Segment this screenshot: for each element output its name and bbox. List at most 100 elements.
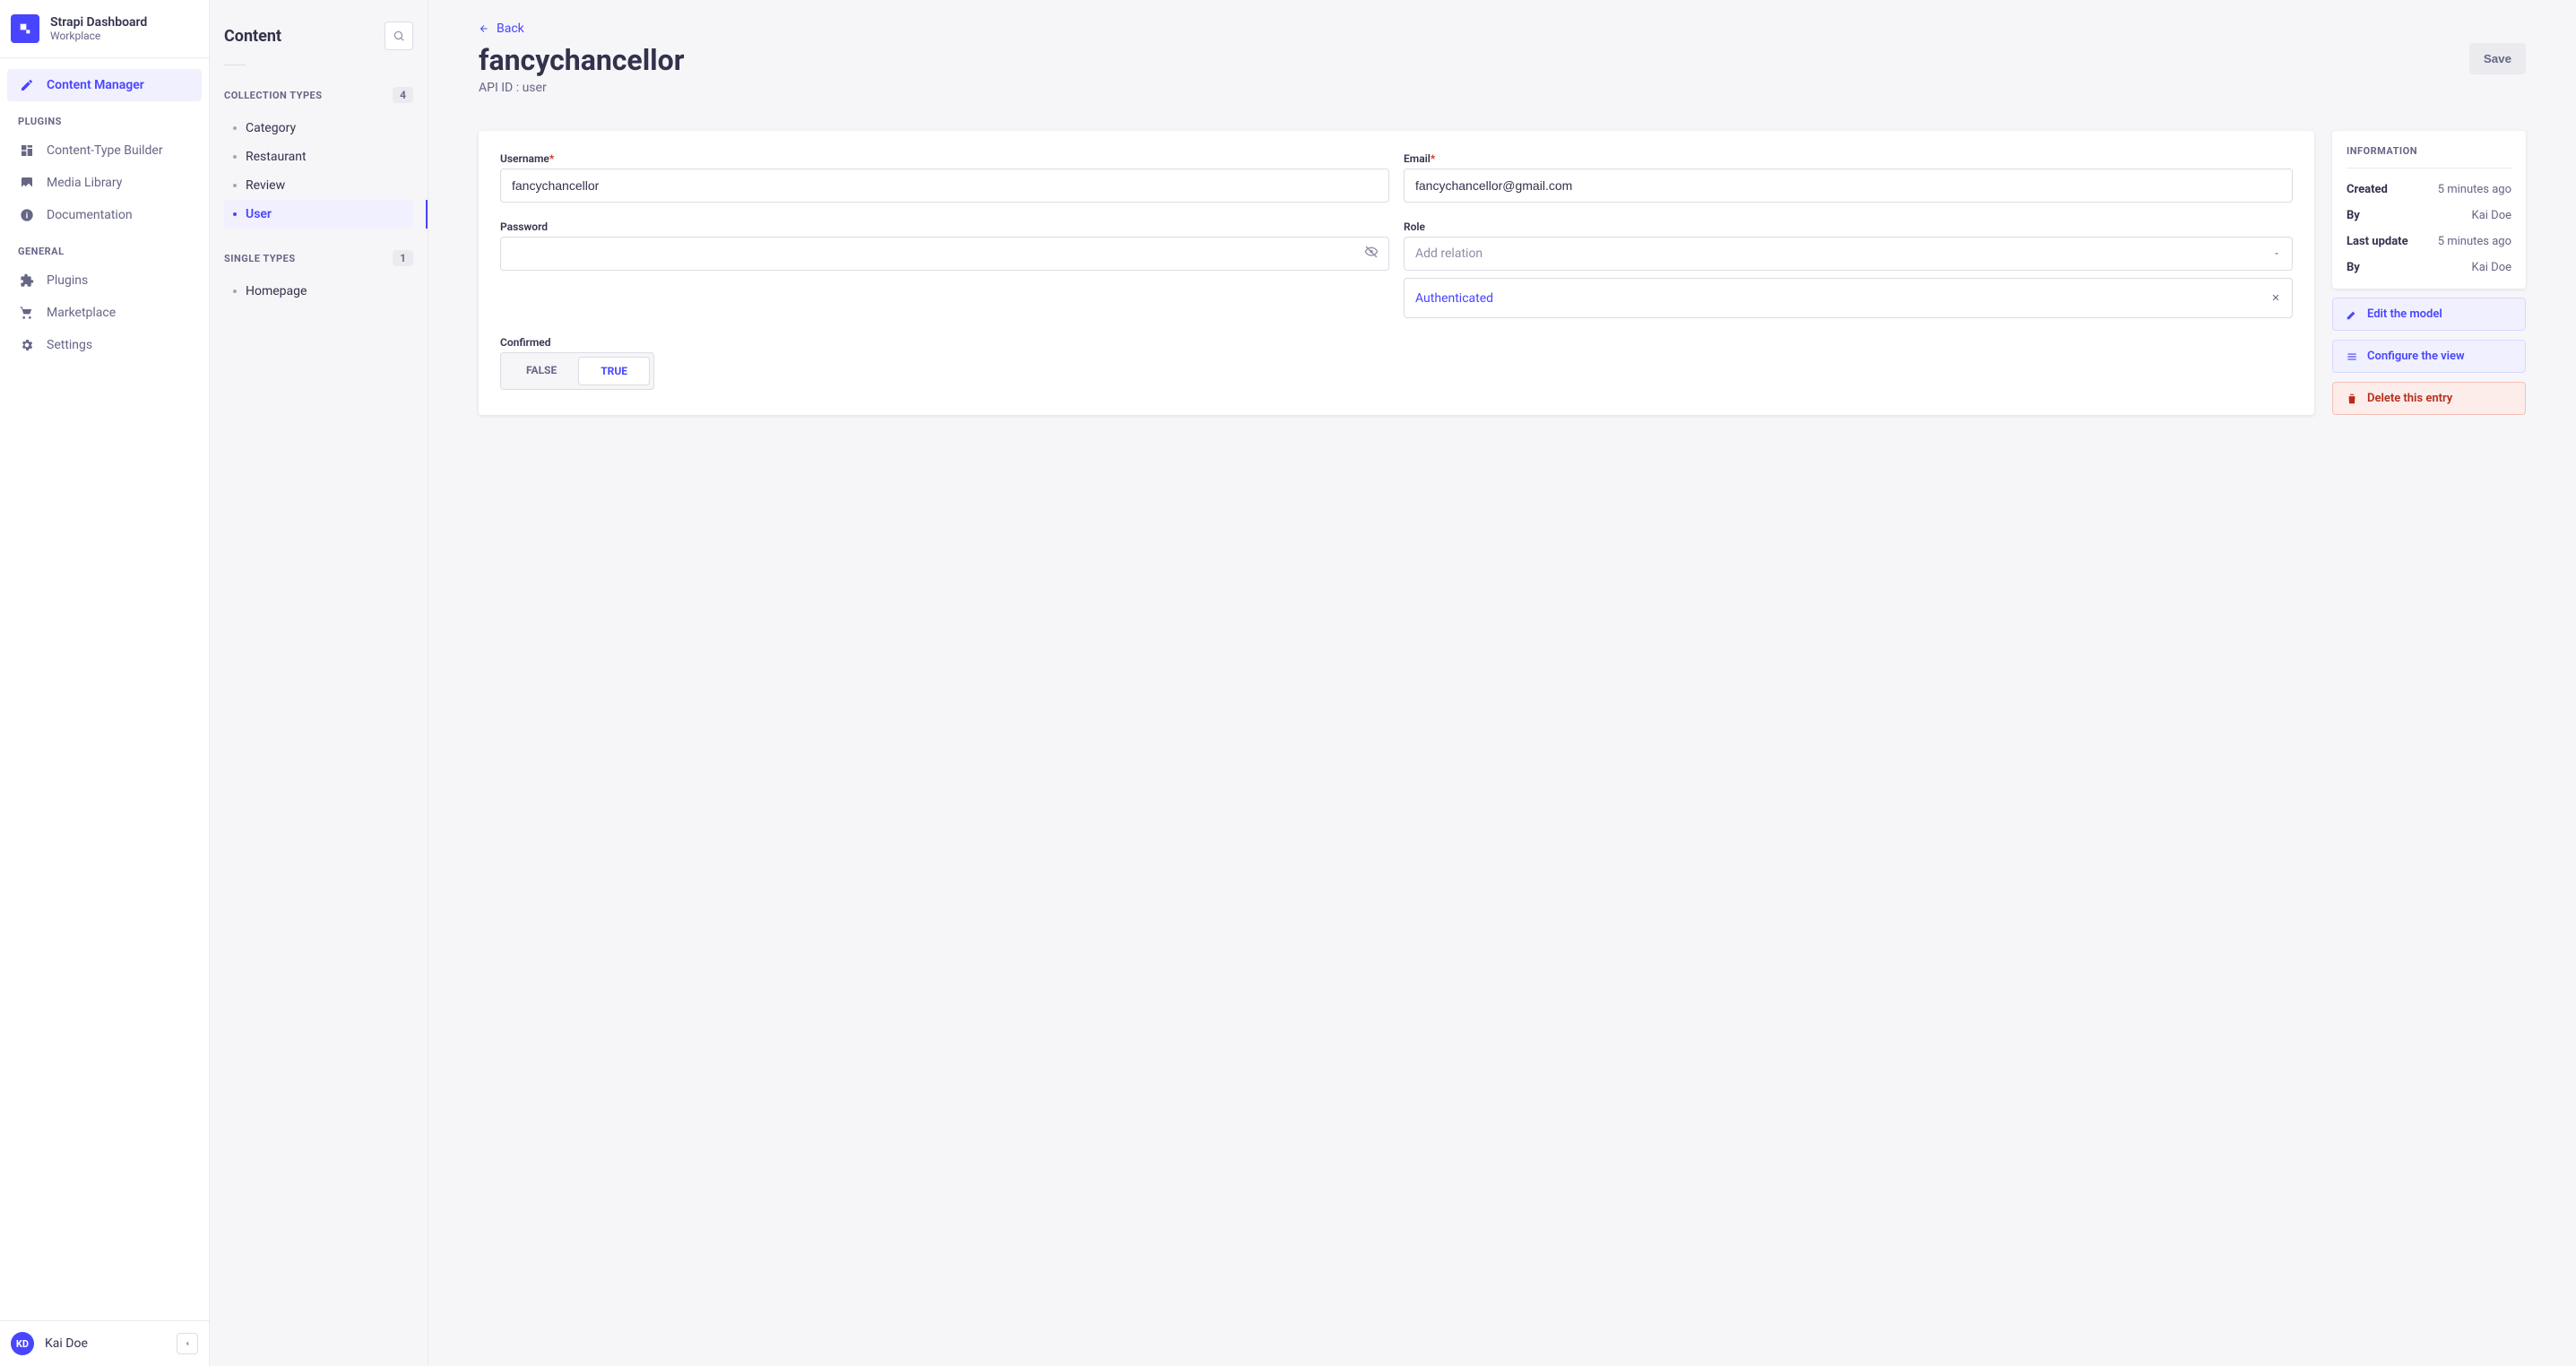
email-input[interactable] (1404, 169, 2293, 203)
nav-plugins[interactable]: Plugins (7, 264, 202, 297)
arrow-left-icon (479, 23, 489, 34)
nav-media-library[interactable]: Media Library (7, 167, 202, 199)
updated-label: Last update (2347, 235, 2408, 248)
pencil-icon (2346, 308, 2358, 321)
created-label: Created (2347, 183, 2388, 196)
side-column: INFORMATION Created 5 minutes ago By Kai D… (2332, 131, 2526, 415)
configure-view-label: Configure the view (2367, 350, 2465, 363)
collection-user[interactable]: User (224, 200, 413, 229)
brand-header: Strapi Dashboard Workplace (0, 0, 209, 58)
app-subtitle: Workplace (50, 30, 147, 42)
updated-value: 5 minutes ago (2438, 235, 2511, 248)
created-by-label: By (2347, 209, 2360, 222)
delete-entry-button[interactable]: Delete this entry (2332, 382, 2526, 415)
nav-section-general: GENERAL (7, 231, 202, 264)
user-avatar[interactable]: KD (11, 1332, 34, 1355)
sidebar-footer: KD Kai Doe (0, 1320, 209, 1366)
gear-icon (18, 336, 36, 354)
save-button[interactable]: Save (2469, 43, 2526, 74)
collection-review[interactable]: Review (224, 171, 413, 200)
role-placeholder: Add relation (1415, 246, 1482, 261)
nav-marketplace[interactable]: Marketplace (7, 297, 202, 329)
primary-sidebar: Strapi Dashboard Workplace Content Manag… (0, 0, 210, 1366)
collection-types-header: COLLECTION TYPES (224, 90, 323, 101)
confirmed-false-button[interactable]: FALSE (505, 357, 578, 385)
nav-documentation[interactable]: i Documentation (7, 199, 202, 231)
nav-label: Marketplace (47, 306, 116, 320)
created-value: 5 minutes ago (2438, 183, 2511, 196)
collection-restaurant[interactable]: Restaurant (224, 143, 413, 171)
subnav-title: Content (224, 27, 281, 46)
username-field-group: Username* (500, 152, 1389, 203)
nav-content-manager[interactable]: Content Manager (7, 69, 202, 101)
nav-label: Documentation (47, 208, 133, 222)
email-field-group: Email* (1404, 152, 2293, 203)
image-icon (18, 174, 36, 192)
layout-icon (18, 142, 36, 160)
strapi-logo-icon (11, 14, 39, 43)
single-count-badge: 1 (393, 250, 413, 266)
nav-section-plugins: PLUGINS (7, 101, 202, 134)
username-label: Username* (500, 152, 1389, 165)
role-select[interactable]: Add relation (1404, 237, 2293, 271)
form-card: Username* Email* Password (479, 131, 2314, 415)
edit-model-label: Edit the model (2367, 307, 2442, 321)
username-input[interactable] (500, 169, 1389, 203)
confirmed-field-group: Confirmed FALSE TRUE (500, 336, 1389, 390)
search-button[interactable] (385, 22, 413, 50)
back-link[interactable]: Back (479, 22, 524, 36)
nav-label: Plugins (47, 273, 88, 288)
role-relation-tag: Authenticated (1404, 278, 2293, 318)
main-content: Back fancychancellor API ID : user Save … (428, 0, 2576, 1366)
cart-icon (18, 304, 36, 322)
pencil-square-icon (18, 76, 36, 94)
updated-by-value: Kai Doe (2472, 261, 2511, 274)
email-label: Email* (1404, 152, 2293, 165)
svg-text:i: i (26, 211, 28, 220)
chevron-left-icon (183, 1339, 192, 1348)
edit-model-button[interactable]: Edit the model (2332, 298, 2526, 331)
updated-by-label: By (2347, 261, 2360, 274)
nav-label: Settings (47, 338, 92, 352)
search-icon (393, 30, 405, 42)
page-title: fancychancellor (479, 43, 684, 77)
password-input[interactable] (500, 237, 1389, 271)
confirmed-true-button[interactable]: TRUE (578, 357, 650, 385)
single-types-header: SINGLE TYPES (224, 253, 296, 264)
info-icon: i (18, 206, 36, 224)
app-title: Strapi Dashboard (50, 15, 147, 30)
information-card: INFORMATION Created 5 minutes ago By Kai D… (2332, 131, 2526, 289)
api-id: API ID : user (479, 81, 684, 95)
role-relation-value[interactable]: Authenticated (1415, 291, 1493, 306)
eye-off-icon[interactable] (1364, 245, 1379, 263)
nav-label: Media Library (47, 176, 122, 190)
list-icon (2346, 350, 2358, 363)
configure-view-button[interactable]: Configure the view (2332, 340, 2526, 373)
info-header: INFORMATION (2347, 145, 2511, 169)
nav-label: Content Manager (47, 78, 144, 92)
user-name: Kai Doe (45, 1336, 88, 1351)
back-label: Back (497, 22, 524, 36)
content-subnav: Content COLLECTION TYPES 4 Category Rest… (210, 0, 428, 1366)
password-label: Password (500, 220, 1389, 233)
confirmed-toggle: FALSE TRUE (500, 352, 654, 390)
delete-entry-label: Delete this entry (2367, 392, 2452, 405)
nav-content-type-builder[interactable]: Content-Type Builder (7, 134, 202, 167)
nav-label: Content-Type Builder (47, 143, 163, 158)
single-homepage[interactable]: Homepage (224, 277, 413, 306)
caret-down-icon (2272, 249, 2281, 258)
close-icon (2270, 292, 2281, 303)
sidebar-collapse-button[interactable] (177, 1333, 198, 1354)
collection-count-badge: 4 (393, 87, 413, 103)
collection-category[interactable]: Category (224, 114, 413, 143)
password-field-group: Password (500, 220, 1389, 318)
trash-icon (2346, 393, 2358, 405)
remove-relation-button[interactable] (2270, 290, 2281, 307)
role-label: Role (1404, 220, 2293, 233)
nav-settings[interactable]: Settings (7, 329, 202, 361)
created-by-value: Kai Doe (2472, 209, 2511, 222)
puzzle-icon (18, 272, 36, 290)
confirmed-label: Confirmed (500, 336, 1389, 349)
primary-nav: Content Manager PLUGINS Content-Type Bui… (0, 58, 209, 1320)
role-field-group: Role Add relation Authenticated (1404, 220, 2293, 318)
